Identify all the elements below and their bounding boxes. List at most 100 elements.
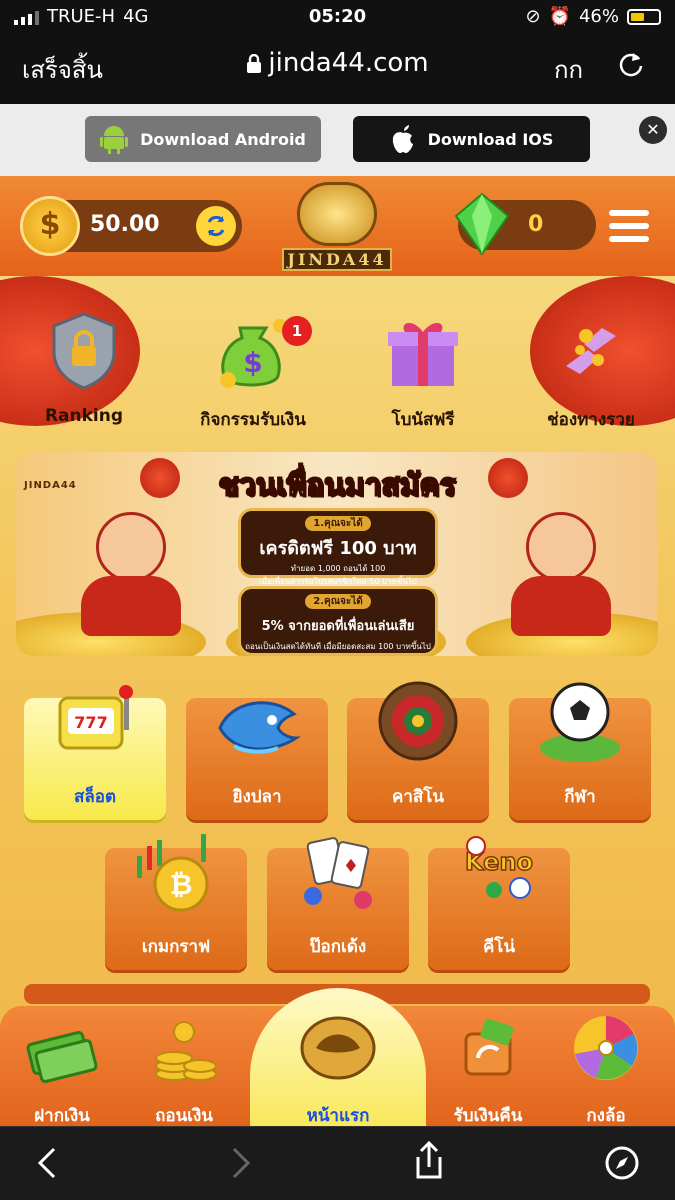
download-android-button[interactable]: Download Android: [85, 116, 321, 162]
download-bar: Download Android Download IOS ✕: [0, 104, 675, 176]
url-text: jinda44.com: [268, 48, 429, 78]
category-pokdeng-label: ป๊อกเด้ง: [309, 937, 367, 957]
rich-hands-icon: [566, 328, 616, 374]
category-fishing-label: ยิงปลา: [232, 787, 282, 807]
gift-box-icon: [388, 322, 458, 386]
dragon-emblem-icon: [297, 182, 377, 246]
notification-badge: 1: [282, 316, 312, 346]
bottom-navigation: ฝากเงิน ถอนเงิน หน้าแรก รับเงินคืน กงล้อ: [0, 988, 675, 1126]
nav-cashback-label: รับเงินคืน: [453, 1106, 523, 1126]
cash-stack-icon: [26, 1031, 98, 1083]
ranking-lock-icon: [52, 312, 116, 390]
free-bonus-item[interactable]: โบนัสฟรี: [348, 306, 498, 433]
prize-wheel-icon: [574, 1016, 638, 1080]
ranking-label: Ranking: [44, 406, 124, 426]
nav-home-label: หน้าแรก: [306, 1106, 370, 1126]
svg-text:♦: ♦: [343, 856, 359, 877]
refresh-icon: [207, 215, 225, 237]
rich-channel-label: ช่องทางรวย: [547, 410, 635, 430]
nav-home[interactable]: หน้าแรก: [278, 1008, 398, 1129]
keno-balls-icon: Keno: [464, 836, 534, 899]
gem-icon: [454, 192, 510, 256]
invite-friend-banner[interactable]: JINDA44 ชวนเพื่อนมาสมัคร 1.คุณจะได้ เครด…: [16, 452, 658, 656]
category-sports[interactable]: กีฬา: [509, 682, 651, 820]
svg-text:$: $: [243, 346, 262, 379]
nav-withdraw-label: ถอนเงิน: [155, 1106, 213, 1126]
fortune-god-left: [76, 492, 186, 642]
site-logo[interactable]: JINDA44: [282, 182, 392, 274]
back-button[interactable]: [34, 1145, 60, 1185]
fortune-god-right: [506, 492, 616, 642]
category-casino[interactable]: คาสิโน: [347, 681, 489, 820]
site-header: $ 50.00 JINDA44 0: [0, 176, 675, 276]
alarm-icon: ⏰: [548, 6, 571, 27]
battery-icon: [627, 8, 661, 25]
free-bonus-label: โบนัสฟรี: [391, 410, 455, 430]
compass-icon: [605, 1146, 639, 1180]
category-slot-label: สล็อต: [73, 787, 117, 807]
chevron-left-icon: [37, 1147, 56, 1179]
slot-machine-icon: 777: [58, 685, 133, 750]
home-logo-icon: [300, 1016, 376, 1080]
category-graph-game[interactable]: ₿ เกมกราฟ: [105, 834, 247, 970]
refresh-balance-button[interactable]: [196, 206, 236, 246]
step-2-sub: ถอนเป็นเงินสดได้ทันที เมื่อมียอดสะสม 100…: [245, 642, 431, 651]
step-2-main: 5% จากยอดที่เพื่อนเล่นเสีย: [261, 619, 415, 634]
ranking-item[interactable]: Ranking: [9, 306, 159, 426]
android-icon: [100, 126, 129, 154]
safari-button[interactable]: [604, 1145, 640, 1185]
download-ios-button[interactable]: Download IOS: [353, 116, 590, 162]
text-size-button[interactable]: กก: [554, 50, 583, 89]
nav-withdraw[interactable]: ถอนเงิน: [124, 1008, 244, 1129]
category-keno-label: คีโน่: [482, 937, 516, 957]
share-button[interactable]: [414, 1140, 444, 1185]
balance-pill: $ 50.00: [20, 196, 242, 256]
cashback-icon: [464, 1018, 514, 1076]
hamburger-menu-button[interactable]: [609, 210, 649, 249]
browser-toolbar: [0, 1126, 675, 1200]
share-icon: [416, 1140, 442, 1179]
roulette-icon: [378, 681, 458, 761]
reload-icon[interactable]: [617, 50, 645, 82]
nav-wheel[interactable]: กงล้อ: [546, 1008, 666, 1129]
category-keno[interactable]: Keno คีโน่: [428, 836, 570, 970]
gem-pill: 0: [454, 192, 596, 256]
reward-step-1: 1.คุณจะได้ เครดิตฟรี 100 บาท ทำยอด 1,000…: [238, 508, 438, 586]
bitcoin-chart-icon: ₿: [137, 834, 209, 912]
category-pokdeng[interactable]: ♦ ป๊อกเด้ง: [267, 837, 409, 970]
category-slot[interactable]: 777 สล็อต: [24, 685, 166, 820]
category-graph-game-label: เกมกราฟ: [141, 937, 211, 957]
status-bar: TRUE-H 4G 05:20 ⊘ ⏰ 46%: [0, 0, 675, 34]
category-casino-label: คาสิโน: [391, 787, 445, 807]
download-ios-label: Download IOS: [427, 129, 554, 149]
soccer-ball-icon: [540, 682, 620, 762]
coin-icon: $: [20, 196, 80, 256]
lock-icon: [247, 53, 262, 73]
reward-step-2: 2.คุณจะได้ 5% จากยอดที่เพื่อนเล่นเสีย ถอ…: [238, 586, 438, 656]
game-categories: 777 สล็อต ยิงปลา คาสิโน กีฬา ₿ เกมกราฟ ♦…: [0, 681, 675, 974]
balance-value: 50.00: [90, 212, 160, 237]
coin-stack-icon: [155, 1021, 217, 1081]
step-1-sub-a: ทำยอด 1,000 ถอนได้ 100: [290, 564, 386, 573]
category-sports-label: กีฬา: [564, 787, 596, 807]
nav-deposit[interactable]: ฝากเงิน: [2, 1008, 122, 1129]
category-fishing[interactable]: ยิงปลา: [186, 698, 328, 820]
close-banner-button[interactable]: ✕: [639, 116, 667, 144]
forward-button[interactable]: [228, 1145, 254, 1185]
gem-value: 0: [528, 212, 544, 237]
step-1-main: เครดิตฟรี 100 บาท: [259, 538, 417, 559]
download-android-label: Download Android: [140, 129, 306, 149]
step-1-tag: 1.คุณจะได้: [305, 516, 371, 531]
close-icon: ✕: [646, 120, 660, 139]
money-bag-icon: $: [220, 319, 287, 388]
top-menu: Ranking $ กิจกรรมรับเงิน 1 โบนัสฟรี ช่อง…: [0, 306, 675, 436]
battery-percent: 46%: [578, 6, 619, 27]
rich-channel-item[interactable]: ช่องทางรวย: [516, 306, 666, 433]
nav-wheel-label: กงล้อ: [586, 1106, 626, 1126]
shark-icon: [218, 701, 301, 754]
cash-activity-label: กิจกรรมรับเงิน: [200, 410, 306, 430]
nav-cashback[interactable]: รับเงินคืน: [428, 1008, 548, 1129]
svg-text:₿: ₿: [170, 868, 193, 901]
playing-cards-icon: ♦: [304, 837, 372, 909]
browser-url-bar: เสร็จสิ้น jinda44.com กก: [0, 34, 675, 104]
